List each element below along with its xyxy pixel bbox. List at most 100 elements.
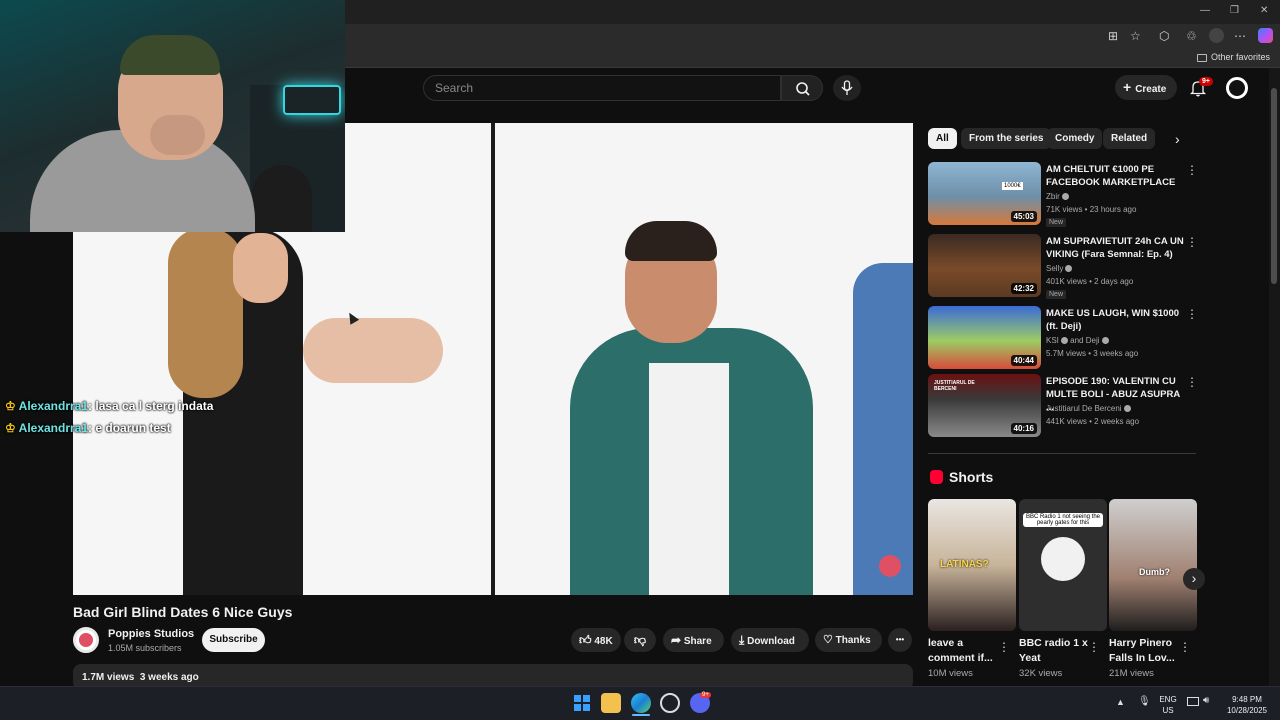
plus-icon: + <box>1123 79 1132 95</box>
short-views: 21M views <box>1109 668 1154 679</box>
recommendation-channel[interactable]: KSI and Deji <box>1046 334 1109 347</box>
streamer-hand <box>150 115 205 155</box>
download-icon: ⤓ <box>739 633 745 647</box>
bbc-radio-logo <box>1041 537 1085 581</box>
recommendation-channel[interactable]: Selly <box>1046 262 1073 275</box>
duration-badge: 40:16 <box>1010 423 1037 434</box>
chat-message: ♔ Alexandrra1: e doarun test <box>5 421 171 435</box>
verified-icon <box>1065 265 1073 273</box>
create-button[interactable]: + Create <box>1115 75 1177 100</box>
chip-from-the-series[interactable]: From the series <box>961 128 1052 149</box>
subscriber-count: 1.05M subscribers <box>108 643 182 653</box>
webcam-overlay <box>0 0 345 232</box>
recommendation-thumbnail[interactable]: JUSTITIARUL DE BERCENI 40:16 <box>928 374 1041 437</box>
short-views: 32K views <box>1019 668 1063 679</box>
network-icon[interactable] <box>1187 697 1199 706</box>
tray-chevron-up-icon[interactable]: ▲ <box>1116 697 1125 707</box>
profile-icon[interactable] <box>1209 28 1224 43</box>
thumbnail-text: Dumb? <box>1139 567 1170 577</box>
minimize-button[interactable]: — <box>1200 5 1210 16</box>
streamer-cap <box>120 35 220 75</box>
channel-name[interactable]: Poppies Studios <box>108 628 194 640</box>
woman-face <box>233 233 288 303</box>
copilot-icon[interactable] <box>1258 28 1273 43</box>
man-hair <box>625 221 717 261</box>
discord-badge: 9+ <box>700 692 711 698</box>
recommendation-meta: 441K views • 2 weeks ago <box>1046 417 1140 426</box>
chip-all[interactable]: All <box>928 128 957 149</box>
restore-button[interactable]: ❐ <box>1230 5 1239 16</box>
close-window-button[interactable]: ✕ <box>1260 5 1268 16</box>
collections-icon[interactable]: ♲ <box>1186 29 1197 43</box>
kebab-menu-icon[interactable]: ⋮ <box>1186 307 1198 321</box>
short-thumbnail[interactable]: BBC Radio 1 not seeing the pearly gates … <box>1019 499 1107 631</box>
short-title[interactable]: BBC radio 1 x Yeat <box>1019 636 1094 666</box>
thumbnail-text: LATINAS? <box>940 559 989 570</box>
video-title: Bad Girl Blind Dates 6 Nice Guys <box>73 604 293 620</box>
microphone-silhouette <box>252 165 312 232</box>
search-button[interactable] <box>781 75 823 101</box>
short-title[interactable]: Harry Pinero Falls In Lov... <box>1109 636 1184 666</box>
extensions-icon[interactable]: ⬡ <box>1159 29 1169 43</box>
channel-avatar[interactable] <box>73 627 99 653</box>
woman-hands <box>303 318 443 383</box>
download-button[interactable]: ⤓ Download <box>731 628 809 652</box>
obs-icon[interactable] <box>660 693 680 713</box>
thumbnail-text: BBC Radio 1 not seeing the pearly gates … <box>1023 513 1103 527</box>
duration-badge: 40:44 <box>1010 355 1037 366</box>
chevron-right-icon[interactable]: › <box>1175 131 1180 147</box>
kebab-menu-icon[interactable]: ⋮ <box>998 640 1010 654</box>
edge-browser-icon[interactable] <box>631 693 651 713</box>
account-avatar[interactable] <box>1226 77 1248 99</box>
chip-related[interactable]: Related <box>1103 128 1156 149</box>
voice-search-button[interactable] <box>833 75 861 101</box>
subscribe-button[interactable]: Subscribe <box>202 628 265 652</box>
other-favorites-link[interactable]: Other favorites <box>1196 52 1270 62</box>
favorite-star-icon[interactable]: ☆ <box>1130 29 1141 43</box>
verified-icon <box>1060 337 1068 345</box>
chat-message: ♔ Alexandrra1: lasa ca l sterg indata <box>5 399 214 413</box>
recommendation-title[interactable]: AM CHELTUIT €1000 PE FACEBOOK MARKETPLAC… <box>1046 163 1184 189</box>
kebab-menu-icon[interactable]: ⋮ <box>1186 235 1198 249</box>
more-menu-icon[interactable]: ⋯ <box>1234 29 1246 43</box>
more-actions-button[interactable]: ••• <box>888 628 912 652</box>
recommendation-title[interactable]: AM SUPRAVIETUIT 24h CA UN VIKING (Fara S… <box>1046 235 1184 261</box>
kebab-menu-icon[interactable]: ⋮ <box>1088 640 1100 654</box>
short-thumbnail[interactable]: Dumb? <box>1109 499 1197 631</box>
apps-icon[interactable]: ⊞ <box>1108 29 1118 43</box>
short-thumbnail[interactable]: LATINAS? <box>928 499 1016 631</box>
like-button[interactable]: 👍︎ 48K <box>571 628 621 652</box>
volume-icon[interactable]: 🔊︎ <box>1203 695 1209 706</box>
recommendation-channel[interactable]: Zbir <box>1046 190 1069 203</box>
recommendation-channel[interactable]: Justitiarul De Berceni <box>1046 402 1131 415</box>
search-input[interactable]: Search <box>423 75 781 101</box>
microphone-tray-icon[interactable]: 🎙︎ <box>1138 696 1151 707</box>
scrollbar-thumb[interactable] <box>1271 88 1277 284</box>
share-button[interactable]: ➦ Share <box>663 628 724 652</box>
recommendation-title[interactable]: MAKE US LAUGH, WIN $1000 (ft. Deji) <box>1046 307 1184 333</box>
clock[interactable]: 9:48 PM 10/28/2025 <box>1222 694 1272 716</box>
file-explorer-icon[interactable] <box>601 693 621 713</box>
dislike-button[interactable]: 👎︎ <box>624 628 656 652</box>
language-indicator[interactable]: ENG US <box>1155 694 1181 716</box>
shorts-next-chevron-icon[interactable]: › <box>1183 568 1205 590</box>
recommendation-thumbnail[interactable]: 1000€ 45:03 <box>928 162 1041 225</box>
chip-comedy[interactable]: Comedy <box>1047 128 1103 149</box>
thanks-button[interactable]: ♡ Thanks <box>815 628 882 652</box>
verified-icon <box>1061 193 1069 201</box>
kebab-menu-icon[interactable]: ⋮ <box>1179 640 1191 654</box>
recommendation-thumbnail[interactable]: 40:44 <box>928 306 1041 369</box>
shorts-heading: Shorts <box>949 469 994 485</box>
kebab-menu-icon[interactable]: ⋮ <box>1186 375 1198 389</box>
recommendation-meta: 71K views • 23 hours ago <box>1046 205 1137 214</box>
channel-watermark[interactable] <box>879 555 901 577</box>
verified-icon <box>1101 337 1109 345</box>
share-arrow-icon: ➦ <box>671 633 682 647</box>
short-title[interactable]: leave a comment if... <box>928 636 1003 666</box>
microphone-icon <box>841 80 853 95</box>
kebab-menu-icon[interactable]: ⋮ <box>1186 163 1198 177</box>
side-person <box>853 263 913 595</box>
recommendation-meta: 401K views • 2 days ago <box>1046 277 1134 286</box>
recommendation-thumbnail[interactable]: 42:32 <box>928 234 1041 297</box>
windows-start-icon[interactable] <box>572 693 592 713</box>
